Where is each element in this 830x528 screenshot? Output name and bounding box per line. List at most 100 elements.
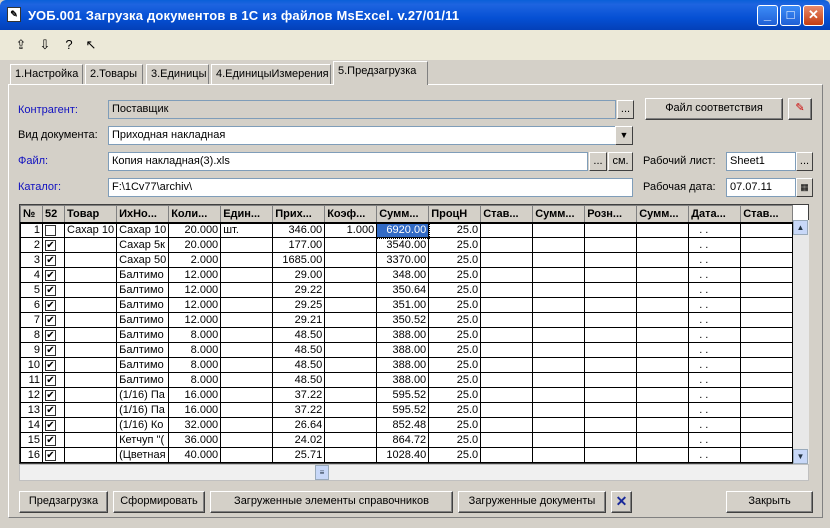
- tab-units[interactable]: 3.Единицы: [146, 64, 209, 84]
- table-cell[interactable]: 32.000: [168, 417, 222, 433]
- table-cell[interactable]: 595.52: [376, 387, 430, 403]
- table-cell[interactable]: [636, 342, 690, 358]
- column-header[interactable]: Розн...: [584, 205, 638, 224]
- row-checkbox-cell[interactable]: ✔: [42, 342, 65, 358]
- table-cell[interactable]: [220, 387, 274, 403]
- maximize-button[interactable]: □: [780, 5, 801, 26]
- table-cell[interactable]: 25.0: [428, 432, 482, 448]
- table-cell[interactable]: [220, 237, 274, 253]
- table-cell[interactable]: 25.0: [428, 372, 482, 388]
- table-cell[interactable]: [480, 252, 534, 268]
- row-checkbox-cell[interactable]: ✔: [42, 237, 65, 253]
- table-cell[interactable]: [740, 222, 794, 238]
- table-cell[interactable]: 12.000: [168, 282, 222, 298]
- table-cell[interactable]: 12.000: [168, 267, 222, 283]
- preload-table[interactable]: № 52 Товар ИхНо... Коли... Един... Прих... Коэф…: [19, 204, 809, 464]
- kontragent-field[interactable]: Поставщик: [108, 100, 616, 119]
- table-cell[interactable]: [532, 297, 586, 313]
- table-cell[interactable]: [220, 267, 274, 283]
- row-checkbox-cell[interactable]: ✔: [42, 327, 65, 343]
- column-header[interactable]: Коэф...: [324, 205, 378, 224]
- table-cell[interactable]: 350.52: [376, 312, 430, 328]
- table-cell[interactable]: [63, 372, 118, 388]
- table-cell[interactable]: Балтимо: [116, 372, 170, 388]
- table-cell[interactable]: Балтимо: [116, 327, 170, 343]
- row-checkbox[interactable]: ✔: [45, 374, 56, 386]
- row-checkbox-cell[interactable]: ✔: [42, 357, 65, 373]
- chevron-down-icon[interactable]: ▼: [615, 126, 633, 145]
- row-checkbox-cell[interactable]: ✔: [42, 252, 65, 268]
- table-cell[interactable]: [584, 327, 638, 343]
- table-cell[interactable]: . .: [688, 252, 742, 268]
- table-row[interactable]: 1 Сахар 10 Сахар 10 20.000 шт. 346.00 1.000 692…: [20, 221, 794, 239]
- table-cell[interactable]: [480, 297, 534, 313]
- table-cell[interactable]: [480, 447, 534, 463]
- table-cell[interactable]: шт.: [220, 222, 274, 238]
- table-cell[interactable]: 20.000: [168, 237, 222, 253]
- table-cell[interactable]: [220, 312, 274, 328]
- table-cell[interactable]: . .: [688, 237, 742, 253]
- title-bar[interactable]: ✎ УОБ.001 Загрузка документов в 1С из фа…: [0, 0, 830, 30]
- table-cell[interactable]: (1/16) Па: [116, 402, 170, 418]
- tab-goods[interactable]: 2.Товары: [85, 64, 143, 84]
- table-cell[interactable]: Сахар 5к: [116, 237, 170, 253]
- table-cell[interactable]: [324, 297, 378, 313]
- table-cell[interactable]: [480, 327, 534, 343]
- table-cell[interactable]: [584, 372, 638, 388]
- scroll-up-icon[interactable]: ▲: [793, 220, 808, 235]
- table-cell[interactable]: 40.000: [168, 447, 222, 463]
- table-row[interactable]: 16 ✔ (Цветная 40.000 25.71 1028.40 25.0 . .: [20, 447, 794, 463]
- table-cell[interactable]: [636, 402, 690, 418]
- table-cell[interactable]: [63, 252, 118, 268]
- table-cell[interactable]: 25.0: [428, 387, 482, 403]
- table-cell[interactable]: 14: [20, 417, 43, 433]
- table-cell[interactable]: 6: [20, 297, 43, 313]
- table-cell[interactable]: Сахар 10: [63, 222, 118, 238]
- row-checkbox[interactable]: ✔: [45, 299, 56, 311]
- table-row[interactable]: 2 ✔ Сахар 5к 20.000 177.00 3540.00 25.0 . .: [20, 237, 794, 253]
- column-header[interactable]: Сумм...: [636, 205, 690, 224]
- kontragent-select-button[interactable]: ...: [617, 100, 634, 119]
- table-cell[interactable]: 12.000: [168, 297, 222, 313]
- table-cell[interactable]: [324, 327, 378, 343]
- table-cell[interactable]: 3540.00: [376, 237, 430, 253]
- table-cell[interactable]: [324, 357, 378, 373]
- table-cell[interactable]: 37.22: [272, 402, 326, 418]
- table-cell[interactable]: Сахар 50: [116, 252, 170, 268]
- table-cell[interactable]: [740, 342, 794, 358]
- table-cell[interactable]: . .: [688, 222, 742, 238]
- table-cell[interactable]: [63, 282, 118, 298]
- table-cell[interactable]: [63, 402, 118, 418]
- table-cell[interactable]: [324, 432, 378, 448]
- tab-preload[interactable]: 5.Предзагрузка: [333, 61, 428, 85]
- table-cell[interactable]: 11: [20, 372, 43, 388]
- row-checkbox[interactable]: [45, 224, 56, 236]
- table-cell[interactable]: [532, 417, 586, 433]
- row-checkbox-cell[interactable]: ✔: [42, 312, 65, 328]
- table-row[interactable]: 4 ✔ Балтимо 12.000 29.00 348.00 25.0 . .: [20, 267, 794, 283]
- table-cell[interactable]: 15: [20, 432, 43, 448]
- table-cell[interactable]: [220, 297, 274, 313]
- table-cell[interactable]: [480, 237, 534, 253]
- table-cell[interactable]: Сахар 10: [116, 222, 170, 238]
- table-cell[interactable]: [584, 252, 638, 268]
- table-cell[interactable]: [63, 417, 118, 433]
- preload-button[interactable]: Предзагрузка: [19, 491, 108, 513]
- table-cell[interactable]: 1: [20, 222, 43, 238]
- table-row[interactable]: 9 ✔ Балтимо 8.000 48.50 388.00 25.0 . .: [20, 342, 794, 358]
- row-checkbox[interactable]: ✔: [45, 359, 56, 371]
- table-cell[interactable]: 37.22: [272, 387, 326, 403]
- table-cell[interactable]: 29.00: [272, 267, 326, 283]
- column-header[interactable]: Став...: [740, 205, 794, 224]
- table-cell[interactable]: 388.00: [376, 342, 430, 358]
- form-button[interactable]: Сформировать: [113, 491, 205, 513]
- table-cell[interactable]: 25.0: [428, 282, 482, 298]
- column-header[interactable]: Став...: [480, 205, 534, 224]
- row-checkbox-cell[interactable]: ✔: [42, 372, 65, 388]
- table-cell[interactable]: 25.0: [428, 417, 482, 433]
- table-cell[interactable]: [740, 387, 794, 403]
- loaded-docs-button[interactable]: Загруженные документы: [458, 491, 606, 513]
- table-cell[interactable]: . .: [688, 267, 742, 283]
- row-checkbox-cell[interactable]: ✔: [42, 387, 65, 403]
- table-cell[interactable]: [63, 297, 118, 313]
